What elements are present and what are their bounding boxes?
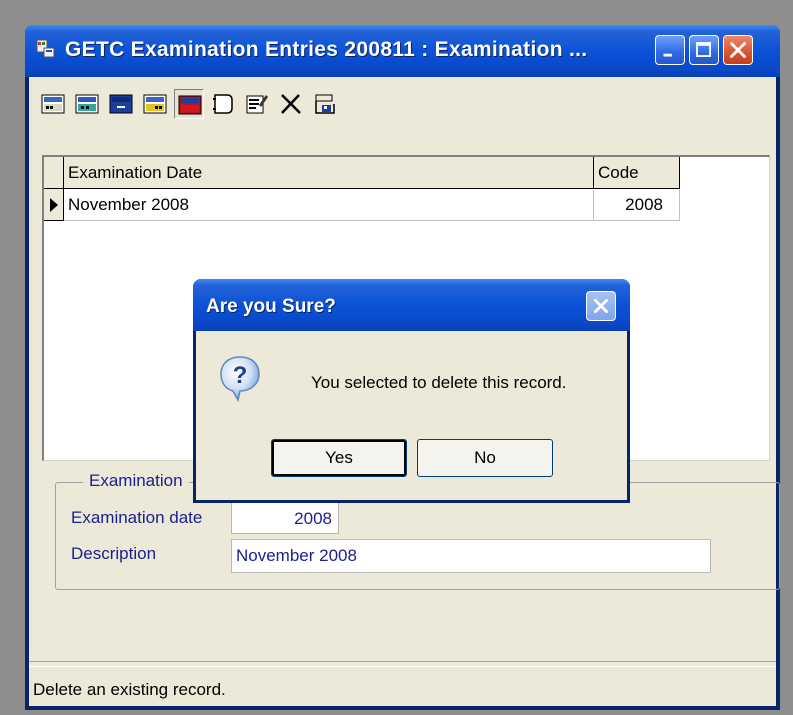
last-record-button[interactable] [140, 89, 170, 119]
grid-corner-cell [44, 157, 64, 189]
previous-record-icon [75, 94, 99, 114]
first-record-icon [41, 94, 65, 114]
column-header-code[interactable]: Code [594, 157, 680, 189]
cell-code[interactable]: 2008 [594, 189, 680, 221]
close-button[interactable] [723, 35, 753, 65]
new-record-button[interactable] [208, 89, 238, 119]
cancel-button[interactable] [276, 89, 306, 119]
svg-text:?: ? [233, 362, 248, 389]
maximize-icon [696, 42, 711, 57]
save-button[interactable] [310, 89, 340, 119]
dialog-body: ? You selected to delete this record. Ye… [196, 331, 627, 500]
cell-examination-date[interactable]: November 2008 [64, 189, 594, 221]
status-divider [29, 661, 776, 662]
maximize-button[interactable] [689, 35, 719, 65]
delete-record-icon [178, 95, 202, 115]
minimize-icon [663, 53, 672, 57]
minimize-button[interactable] [655, 35, 685, 65]
no-button[interactable]: No [417, 439, 553, 477]
examination-date-label: Examination date [71, 508, 203, 527]
delete-record-button[interactable] [174, 89, 204, 119]
description-field[interactable]: November 2008 [231, 539, 711, 573]
window-title: GETC Examination Entries 200811 : Examin… [65, 38, 588, 61]
first-record-button[interactable] [38, 89, 68, 119]
row-selector[interactable] [44, 189, 64, 221]
description-label: Description [71, 544, 157, 563]
new-record-icon [213, 94, 233, 114]
status-bar: Delete an existing record. [29, 666, 776, 706]
current-row-indicator-icon [50, 198, 58, 212]
previous-record-button[interactable] [72, 89, 102, 119]
examination-date-field[interactable]: 2008 [231, 502, 339, 534]
dialog-title: Are you Sure? [206, 296, 336, 317]
window-titlebar[interactable]: GETC Examination Entries 200811 : Examin… [25, 25, 780, 77]
dialog-message: You selected to delete this record. [311, 373, 567, 392]
close-icon [594, 299, 608, 313]
last-record-icon [143, 94, 167, 114]
dialog-titlebar[interactable]: Are you Sure? [193, 279, 630, 331]
groupbox-label: Examination [83, 471, 189, 491]
column-header-examination-date[interactable]: Examination Date [64, 157, 594, 189]
edit-record-icon [246, 95, 268, 114]
confirm-delete-dialog: Are you Sure? ? You selected to delete t… [193, 279, 630, 503]
save-icon [315, 94, 335, 114]
cancel-icon [281, 94, 301, 114]
app-icon [36, 39, 55, 58]
edit-record-button[interactable] [242, 89, 272, 119]
yes-button[interactable]: Yes [271, 439, 407, 477]
next-record-icon [109, 94, 133, 114]
dialog-close-button[interactable] [586, 291, 616, 321]
close-icon [730, 42, 746, 58]
next-record-button[interactable] [106, 89, 136, 119]
question-icon: ? [220, 356, 260, 403]
